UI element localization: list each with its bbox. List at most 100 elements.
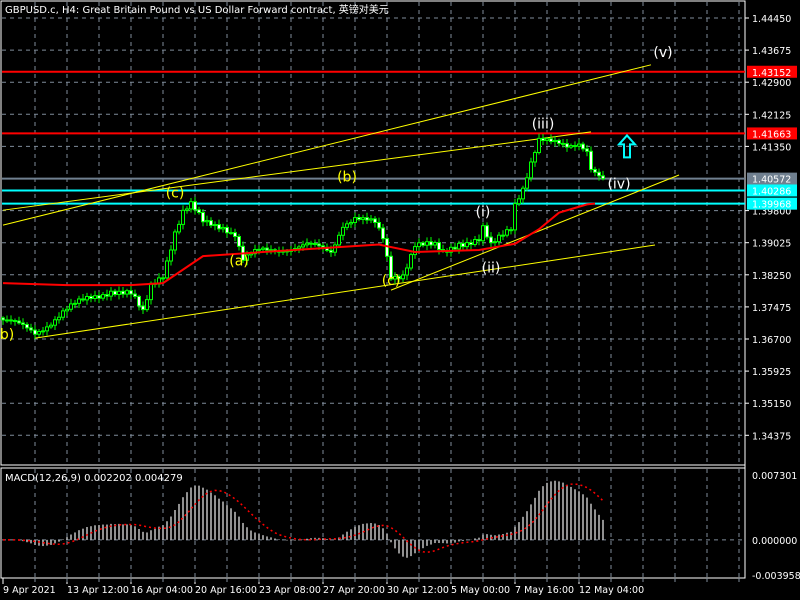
- candle-bull: [521, 187, 525, 200]
- candle-bull: [297, 246, 301, 249]
- candle-bull: [349, 221, 353, 225]
- candle-bear: [201, 211, 205, 223]
- candle-bear: [329, 249, 333, 253]
- candle-bull: [189, 201, 193, 210]
- wave-label: (v): [653, 45, 672, 61]
- candle-bull: [497, 234, 501, 243]
- candle-bull: [553, 139, 557, 143]
- candle-bear: [209, 220, 213, 226]
- candle-bear: [141, 305, 145, 311]
- candle-bull: [341, 226, 345, 236]
- price-level-label: 1.43152: [752, 68, 791, 79]
- candle-bull: [53, 319, 57, 326]
- candle-bear: [421, 242, 425, 246]
- candle-bear: [573, 145, 577, 148]
- price-tick-label: 1.42125: [752, 110, 791, 121]
- candle-bull: [73, 302, 77, 305]
- candle-bull: [417, 242, 421, 248]
- price-pane-border: [0, 0, 746, 466]
- macd-label: MACD(12,26,9) 0.002202 0.004279: [5, 473, 183, 484]
- candle-bear: [193, 201, 197, 211]
- candle-bull: [517, 198, 521, 205]
- price-tick-label: 1.35150: [752, 399, 791, 410]
- candle-bear: [13, 320, 17, 323]
- candle-bull: [45, 326, 49, 332]
- candle-bear: [105, 294, 109, 297]
- candle-bull: [533, 152, 537, 163]
- wave-label: b): [0, 327, 14, 343]
- candle-bull: [537, 137, 541, 154]
- candle-bull: [85, 295, 89, 301]
- candle-bear: [237, 236, 241, 247]
- price-tick-label: 1.37475: [752, 303, 791, 314]
- candle-bull: [57, 316, 61, 321]
- candle-bull: [457, 242, 461, 250]
- candle-bull: [505, 229, 509, 236]
- candle-bear: [437, 242, 441, 251]
- price-tick-label: 1.35925: [752, 367, 791, 378]
- candle-bull: [185, 208, 189, 211]
- candle-bear: [197, 209, 201, 213]
- candle-bull: [353, 217, 357, 223]
- candle-bear: [233, 232, 237, 238]
- macd-pane-border: [0, 467, 746, 579]
- candle-bull: [513, 203, 517, 231]
- wave-label: (b): [337, 170, 357, 186]
- price-tick-label: 1.41350: [752, 142, 791, 153]
- candle-bear: [461, 242, 465, 248]
- time-tick-label: 20 Apr 16:00: [195, 585, 257, 596]
- candle-bear: [557, 139, 561, 144]
- candle-bear: [469, 242, 473, 246]
- candle-bear: [509, 229, 513, 232]
- candle-bear: [585, 148, 589, 152]
- price-level-label: 1.39968: [752, 200, 791, 211]
- candle-bull: [49, 324, 53, 328]
- candle-bull: [413, 246, 417, 256]
- candle-bull: [337, 234, 341, 246]
- candle-bear: [29, 327, 33, 331]
- candle-bull: [545, 138, 549, 141]
- candle-bear: [313, 242, 317, 245]
- price-tick-label: 1.39025: [752, 239, 791, 250]
- candle-bull: [257, 248, 261, 251]
- candle-bull: [65, 308, 69, 312]
- price-tick-label: 1.36700: [752, 335, 791, 346]
- candle-bear: [113, 290, 117, 295]
- candle-bull: [117, 290, 121, 295]
- candle-bull: [333, 244, 337, 253]
- candle-bear: [377, 221, 381, 229]
- candle-bull: [425, 241, 429, 246]
- candle-bull: [77, 298, 81, 304]
- price-level-label: 1.41663: [752, 129, 791, 140]
- price-tick-label: 1.38250: [752, 271, 791, 282]
- candle-bear: [385, 238, 389, 257]
- candle-bear: [309, 242, 313, 245]
- macd-tick-label: -0.003958: [752, 571, 800, 582]
- candle-bull: [177, 223, 181, 233]
- candle-bull: [221, 226, 225, 230]
- chart-canvas[interactable]: 1.444501.436751.429001.421251.413501.398…: [0, 0, 800, 600]
- candle-bear: [429, 241, 433, 246]
- candle-bear: [137, 295, 141, 307]
- candle-bear: [589, 150, 593, 170]
- candle-bear: [549, 138, 553, 143]
- candle-bear: [489, 236, 493, 244]
- candle-bull: [493, 241, 497, 244]
- wave-label: (a): [229, 253, 249, 269]
- time-tick-label: 12 May 04:00: [579, 585, 644, 596]
- wave-label: (c): [166, 185, 185, 201]
- wave-label: (iii): [532, 117, 555, 133]
- candle-bull: [261, 247, 265, 250]
- candle-bull: [229, 232, 233, 235]
- candle-bull: [145, 299, 149, 311]
- candle-bear: [9, 319, 13, 322]
- candle-bull: [465, 242, 469, 248]
- candle-bull: [433, 242, 437, 246]
- candle-bear: [25, 323, 29, 329]
- candle-bull: [93, 295, 97, 299]
- candle-bull: [37, 331, 41, 335]
- wave-label: (ii): [482, 261, 501, 277]
- candle-bear: [265, 247, 269, 251]
- candle-bear: [97, 295, 101, 299]
- candle-bear: [129, 290, 133, 295]
